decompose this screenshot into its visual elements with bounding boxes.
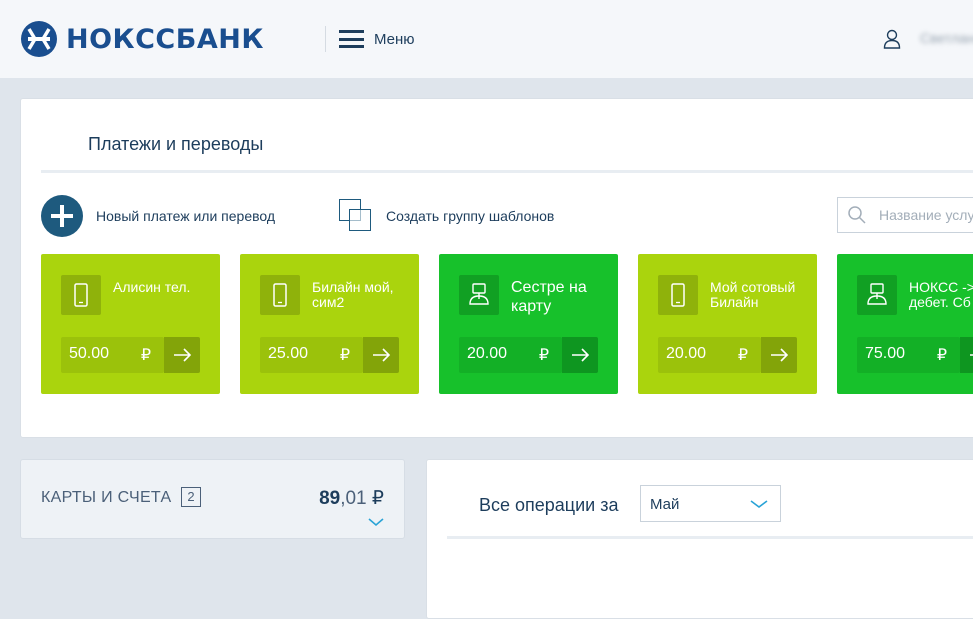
phone-icon	[260, 275, 300, 315]
pay-arrow-button[interactable]	[363, 337, 399, 373]
template-tile[interactable]: Алисин тел. 50.00 ₽	[41, 254, 220, 394]
template-amount: 50.00	[69, 345, 110, 362]
payment-templates: Алисин тел. 50.00 ₽ Билайн мой, сим2 25.…	[41, 254, 973, 394]
payments-panel: Платежи и переводы Новый платеж или пере…	[20, 98, 973, 438]
logo-mark-icon	[21, 21, 57, 57]
menu-label: Меню	[374, 30, 415, 48]
balance-integer: 89	[319, 488, 341, 509]
payments-divider	[41, 170, 973, 173]
hand-card-icon	[459, 275, 499, 315]
operations-panel: Все операции за Май	[426, 459, 973, 619]
template-tile[interactable]: Билайн мой, сим2 25.00 ₽	[240, 254, 419, 394]
template-name: НОКСС -> дебет. Сб	[909, 279, 973, 310]
new-payment-button[interactable]: Новый платеж или перевод	[41, 195, 275, 237]
arrow-right-icon	[771, 348, 789, 362]
header-divider	[325, 26, 326, 52]
template-amount-field[interactable]: 20.00 ₽	[459, 337, 562, 373]
cards-count-badge: 2	[181, 487, 201, 507]
service-search-input[interactable]	[877, 206, 973, 224]
template-name: Алисин тел.	[113, 279, 191, 295]
new-payment-label: Новый платеж или перевод	[96, 208, 276, 224]
arrow-right-icon	[572, 348, 590, 362]
template-name: Билайн мой, сим2	[312, 279, 394, 310]
arrow-right-icon	[373, 348, 391, 362]
menu-button[interactable]: Меню	[339, 30, 415, 48]
chevron-down-icon[interactable]	[368, 517, 384, 527]
bank-logo[interactable]: НОКССБАНК	[20, 20, 264, 58]
selected-month: Май	[650, 496, 680, 513]
currency-symbol: ₽	[140, 347, 151, 364]
operations-divider	[447, 536, 973, 539]
template-amount: 20.00	[467, 345, 508, 362]
template-tile[interactable]: НОКСС -> дебет. Сб 75.00 ₽	[837, 254, 973, 394]
template-amount-field[interactable]: 25.00 ₽	[260, 337, 363, 373]
pay-arrow-button[interactable]	[960, 337, 973, 373]
cards-total-balance: 89,01 ₽	[319, 487, 384, 510]
hamburger-icon	[339, 30, 364, 48]
balance-fraction: ,01	[340, 488, 367, 509]
phone-icon	[61, 275, 101, 315]
template-amount: 25.00	[268, 345, 309, 362]
template-amount-field[interactable]: 50.00 ₽	[61, 337, 164, 373]
pay-arrow-button[interactable]	[164, 337, 200, 373]
create-group-label: Создать группу шаблонов	[386, 207, 555, 224]
service-search-box[interactable]	[837, 197, 973, 233]
currency-symbol: ₽	[339, 347, 350, 364]
template-tile[interactable]: Мой сотовый Билайн 20.00 ₽	[638, 254, 817, 394]
template-tile[interactable]: Сестре на карту 20.00 ₽	[439, 254, 618, 394]
template-name: Сестре на карту	[511, 279, 587, 315]
arrow-right-icon	[174, 348, 192, 362]
template-amount: 20.00	[666, 345, 707, 362]
top-header: НОКССБАНК Меню Светлана	[0, 0, 973, 78]
template-amount: 75.00	[865, 345, 906, 362]
currency-symbol: ₽	[936, 347, 947, 364]
month-select[interactable]: Май	[640, 485, 781, 522]
template-name: Мой сотовый Билайн	[710, 279, 796, 310]
pay-arrow-button[interactable]	[562, 337, 598, 373]
chevron-down-icon	[750, 500, 768, 508]
currency-symbol: ₽	[737, 347, 748, 364]
cards-accounts-panel[interactable]: КАРТЫ И СЧЕТА 2 89,01 ₽	[20, 459, 405, 539]
arrow-right-icon	[970, 354, 973, 356]
pay-arrow-button[interactable]	[761, 337, 797, 373]
user-icon[interactable]	[883, 29, 901, 49]
currency-symbol: ₽	[538, 347, 549, 364]
payments-title: Платежи и переводы	[88, 134, 264, 154]
template-amount-field[interactable]: 20.00 ₽	[658, 337, 761, 373]
create-template-group-button[interactable]: Создать группу шаблонов	[339, 199, 554, 232]
stacked-squares-icon	[339, 199, 372, 232]
hand-card-icon	[857, 275, 897, 315]
plus-icon	[41, 195, 83, 237]
user-name[interactable]: Светлана	[920, 30, 973, 46]
phone-icon	[658, 275, 698, 315]
logo-text: НОКССБАНК	[66, 23, 264, 55]
search-icon	[848, 206, 866, 224]
template-amount-field[interactable]: 75.00 ₽	[857, 337, 960, 373]
operations-title: Все операции за	[479, 495, 619, 515]
balance-currency: ₽	[371, 488, 384, 509]
cards-title: КАРТЫ И СЧЕТА	[41, 489, 172, 506]
